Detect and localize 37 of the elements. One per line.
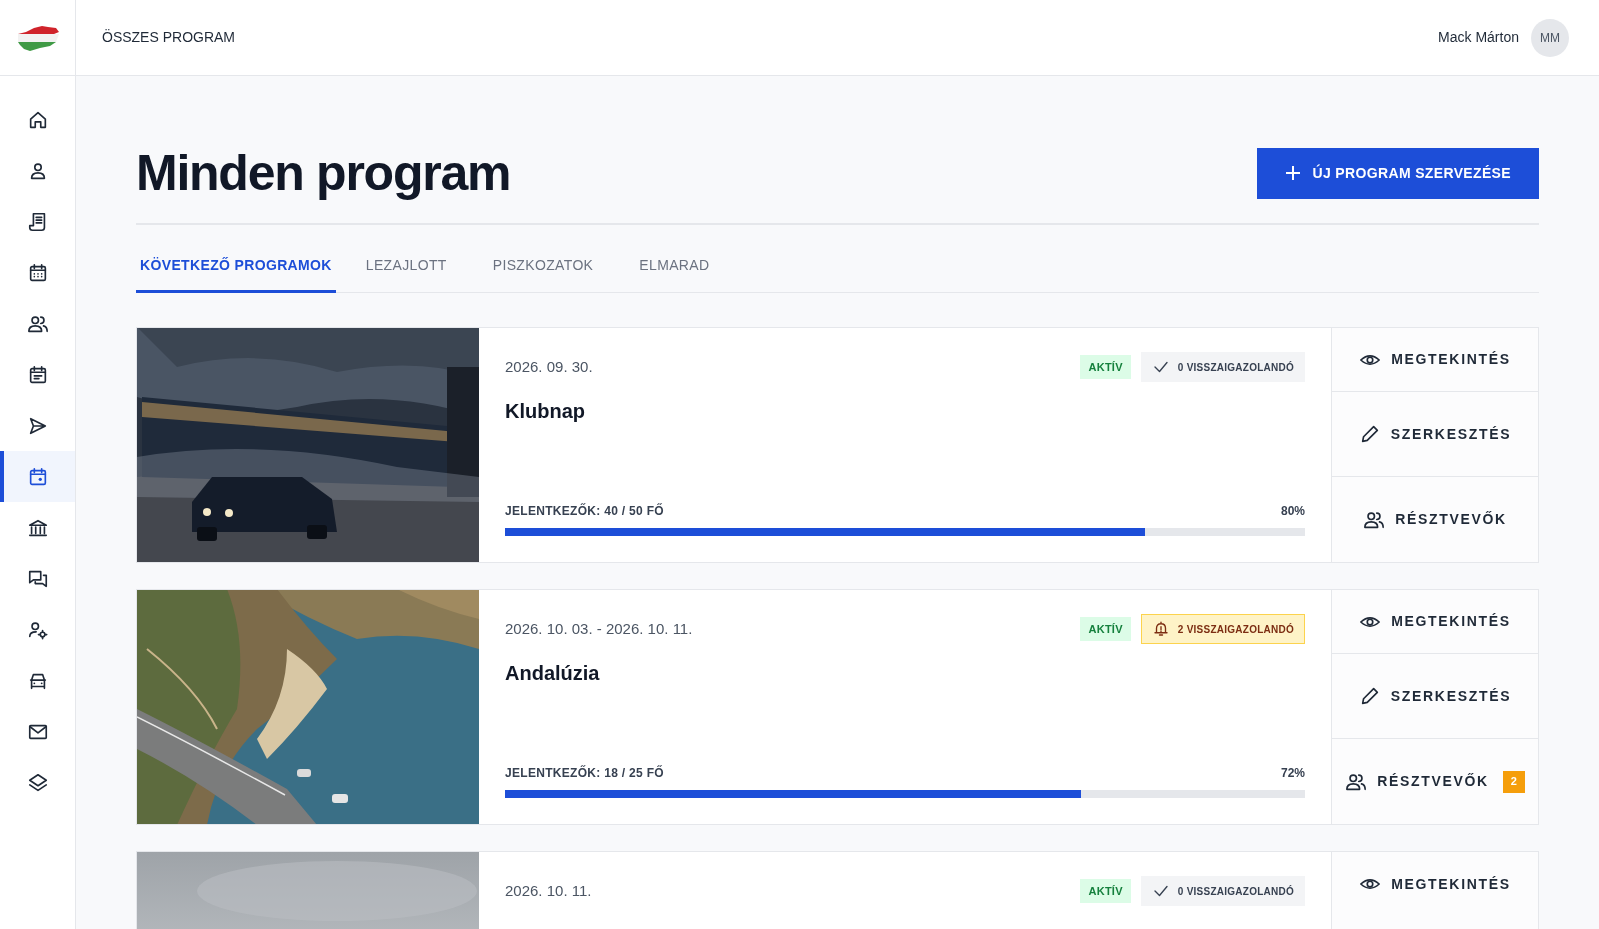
status-badge: AKTÍV <box>1080 878 1131 904</box>
action-button[interactable]: MEGTEKINTÉS <box>1332 328 1538 392</box>
tab[interactable]: PISZKOZATOK <box>476 255 610 293</box>
status-badge: AKTÍV <box>1080 354 1131 380</box>
action-button[interactable]: SZERKESZTÉS <box>1332 392 1538 477</box>
tab[interactable]: KÖVETKEZŐ PROGRAMOK <box>136 255 336 293</box>
program-title: Andalúzia <box>505 661 601 686</box>
bell-icon <box>1151 620 1170 638</box>
registrants-percent: 80% <box>1280 503 1305 520</box>
registrants-percent: 72% <box>1280 765 1305 782</box>
status-badge: AKTÍV <box>1080 616 1131 642</box>
tab[interactable]: ELMARAD <box>623 255 726 293</box>
user-name: Mack Márton <box>1438 28 1519 47</box>
flag-map-logo[interactable] <box>15 23 60 52</box>
program-date: 2026. 10. 03. - 2026. 10. 11. <box>505 619 693 639</box>
action-button[interactable]: MEGTEKINTÉS <box>1332 852 1538 916</box>
registrants-label: JELENTKEZŐK: 40 / 50 FŐ <box>505 502 664 520</box>
user-avatar[interactable]: MM <box>1531 18 1569 57</box>
layers-icon <box>26 771 49 794</box>
action-button[interactable]: RÉSZTVEVŐK 2 <box>1332 739 1538 824</box>
pending-badge: 2 VISSZAIGAZOLANDÓ <box>1140 614 1305 644</box>
tab[interactable]: LEZAJLOTT <box>349 255 463 293</box>
registrants-label: JELENTKEZŐK: 18 / 25 FŐ <box>505 764 664 782</box>
plus-icon <box>1284 165 1301 181</box>
sidebar-item[interactable] <box>0 451 75 502</box>
new-program-button[interactable]: ÚJ PROGRAM SZERVEZÉSE <box>1256 147 1539 199</box>
count-badge: 2 <box>1502 770 1525 793</box>
page-breadcrumb: ÖSSZES PROGRAM <box>102 28 236 47</box>
program-date: 2026. 09. 30. <box>505 357 593 377</box>
program-date: 2026. 10. 11. <box>505 881 592 901</box>
page-title: Minden program <box>136 144 511 203</box>
action-button[interactable]: SZERKESZTÉS <box>1332 654 1538 739</box>
action-button[interactable]: MEGTEKINTÉS <box>1332 590 1538 654</box>
pending-badge: 0 VISSZAIGAZOLANDÓ <box>1140 352 1305 382</box>
program-title: Klubnap <box>505 399 586 424</box>
action-button[interactable]: RÉSZTVEVŐK <box>1332 477 1538 562</box>
pending-badge: 0 VISSZAIGAZOLANDÓ <box>1140 876 1305 906</box>
